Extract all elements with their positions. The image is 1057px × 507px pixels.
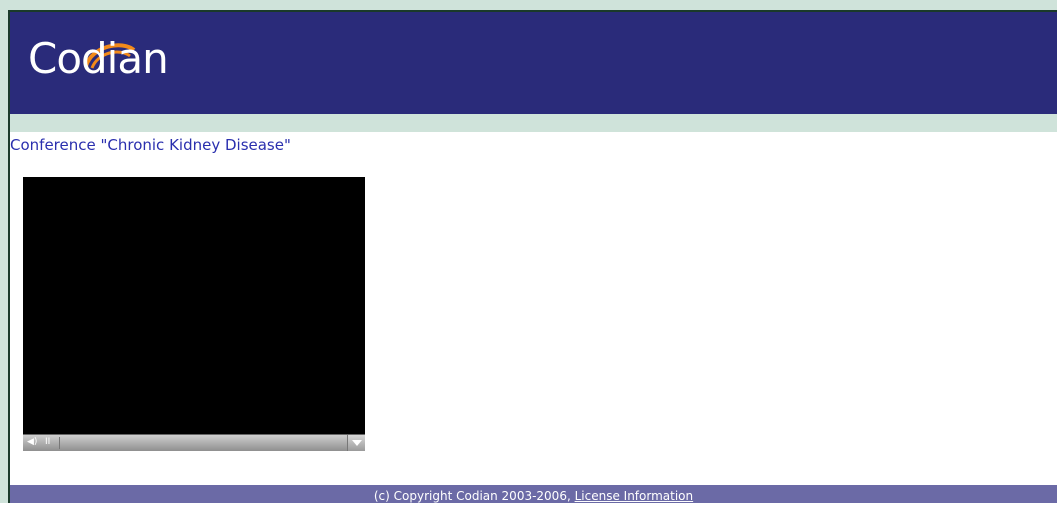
- codian-logo: Codian: [28, 34, 169, 83]
- header-band: [10, 114, 1057, 132]
- player-menu-button[interactable]: [347, 435, 365, 451]
- footer-bar: (c) Copyright Codian 2003-2006, License …: [10, 485, 1057, 503]
- control-divider: [59, 437, 60, 449]
- conference-title: Conference "Chronic Kidney Disease": [10, 136, 291, 154]
- footer-copyright: (c) Copyright Codian 2003-2006,: [373, 489, 575, 503]
- license-information-link[interactable]: License Information: [575, 489, 694, 503]
- header-banner: Codian: [10, 12, 1057, 114]
- chevron-down-icon: [352, 440, 362, 446]
- video-player[interactable]: [23, 177, 365, 451]
- pause-icon[interactable]: II: [45, 437, 50, 447]
- player-control-bar[interactable]: ◀) II: [23, 434, 365, 451]
- speaker-icon[interactable]: ◀): [27, 437, 37, 447]
